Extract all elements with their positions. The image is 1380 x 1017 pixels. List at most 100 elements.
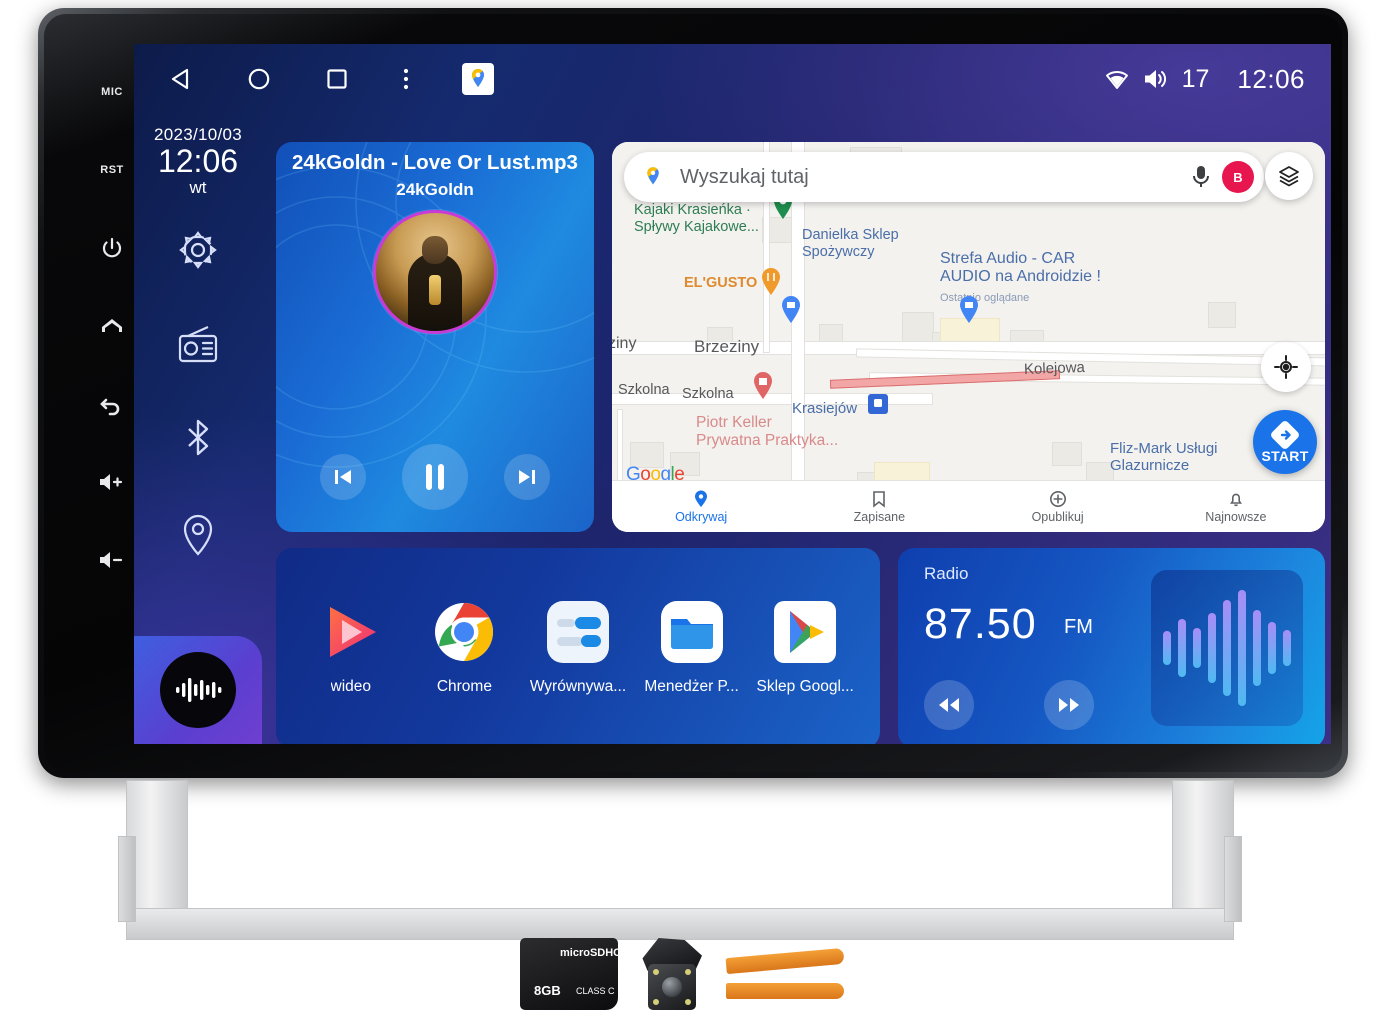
fast-forward-icon bbox=[1059, 698, 1079, 712]
overflow-button[interactable] bbox=[402, 66, 410, 92]
home-content: 24kGoldn - Love Or Lust.mp3 24kGoldn Kaj… bbox=[262, 114, 1331, 744]
app-play-store[interactable]: Sklep Googl... bbox=[753, 600, 857, 696]
map-nav-saved[interactable]: Zapisane bbox=[790, 490, 968, 524]
google-maps-icon bbox=[462, 63, 494, 95]
map-pin-restaurant[interactable] bbox=[760, 266, 782, 296]
waveform-icon bbox=[176, 678, 222, 702]
home-key[interactable] bbox=[86, 287, 138, 365]
waveform-bar bbox=[1178, 619, 1186, 677]
app-chrome-label: Chrome bbox=[436, 678, 492, 695]
map-building bbox=[1052, 442, 1082, 466]
camera-body bbox=[648, 964, 696, 1010]
app-equalizer[interactable]: Wyrównywa... bbox=[526, 600, 630, 696]
mount-tab-left bbox=[118, 836, 136, 922]
radio-band: FM bbox=[1064, 616, 1093, 638]
my-location-icon bbox=[1274, 355, 1298, 379]
map-pin-audio-shop[interactable] bbox=[958, 294, 980, 324]
map-label-keller: Piotr Keller Prywatna Praktyka... bbox=[696, 414, 839, 449]
waveform-bar bbox=[1223, 600, 1231, 696]
map-pin-shop[interactable] bbox=[780, 294, 802, 324]
map-label-audio-shop-sub: Ostatnio oglądane bbox=[940, 292, 1030, 304]
back-button[interactable] bbox=[168, 66, 194, 92]
recents-button[interactable] bbox=[324, 66, 350, 92]
layers-icon bbox=[1279, 166, 1299, 187]
navigation-bar bbox=[168, 63, 494, 95]
radio-seek-down-button[interactable] bbox=[924, 680, 974, 730]
voice-assistant-button[interactable] bbox=[160, 652, 236, 728]
clock-widget[interactable]: 2023/10/03 12:06 wt bbox=[154, 126, 242, 197]
play-store-icon bbox=[774, 601, 837, 663]
power-icon bbox=[102, 237, 122, 258]
microphone-icon[interactable] bbox=[1190, 164, 1212, 190]
dock-item-navigation[interactable] bbox=[176, 510, 220, 563]
rear-view-camera bbox=[640, 938, 704, 1010]
map-locate-button[interactable] bbox=[1261, 342, 1311, 392]
radio-title: Radio bbox=[924, 564, 969, 583]
power-key[interactable] bbox=[86, 209, 138, 287]
map-building bbox=[1208, 302, 1236, 328]
mic-key[interactable]: MIC bbox=[86, 53, 138, 131]
home-icon bbox=[102, 319, 122, 332]
app-file-manager[interactable]: Menedżer P... bbox=[640, 600, 744, 696]
dock-item-radio[interactable] bbox=[174, 322, 222, 371]
accessories-row: microSDHC 8GB CLASS C bbox=[520, 934, 880, 1014]
app-shortcuts-card: wideo Chrome Wyrównywa... Menedżer P... … bbox=[276, 548, 880, 744]
bookmark-icon bbox=[873, 490, 886, 508]
microsd-card: microSDHC 8GB CLASS C bbox=[520, 938, 621, 1010]
camera-led bbox=[653, 999, 659, 1005]
map-search-bar[interactable]: Wyszukaj tutaj B bbox=[624, 152, 1264, 202]
app-chrome[interactable]: Chrome bbox=[412, 600, 516, 696]
music-previous-button[interactable] bbox=[320, 454, 366, 500]
map-nav-updates[interactable]: Najnowsze bbox=[1147, 490, 1325, 524]
dock-item-settings[interactable] bbox=[175, 227, 221, 278]
map-layers-button[interactable] bbox=[1265, 152, 1313, 200]
waveform-bar bbox=[1253, 610, 1261, 686]
radio-seek-up-button[interactable] bbox=[1044, 680, 1094, 730]
voice-assistant-tile[interactable] bbox=[134, 636, 262, 744]
map-label-elgusto: EL'GUSTO bbox=[684, 275, 758, 291]
radio-card[interactable]: Radio 87.50 FM bbox=[898, 548, 1325, 744]
map-label-szkolna-2: Szkolna bbox=[682, 386, 734, 402]
video-play-icon-wrap bbox=[319, 600, 383, 664]
camera-led bbox=[685, 999, 691, 1005]
map-nav-contribute[interactable]: Opublikuj bbox=[969, 490, 1147, 524]
pry-tool-set bbox=[725, 939, 845, 1009]
sliders-icon bbox=[546, 601, 609, 663]
maps-shortcut-button[interactable] bbox=[462, 63, 494, 95]
radio-controls bbox=[924, 680, 1094, 730]
map-label-kolejowa: Kolejowa bbox=[1023, 358, 1086, 379]
volume-level: 17 bbox=[1181, 64, 1210, 93]
waveform-bar bbox=[1163, 631, 1171, 665]
navigation-arrow-icon bbox=[1271, 421, 1299, 449]
dock-item-bluetooth[interactable] bbox=[178, 415, 218, 466]
map-building bbox=[902, 312, 934, 342]
volume-up-key[interactable] bbox=[86, 443, 138, 521]
volume-down-key[interactable] bbox=[86, 521, 138, 599]
volume-down-icon bbox=[100, 552, 123, 568]
app-equalizer-label: Wyrównywa... bbox=[529, 678, 627, 695]
home-button[interactable] bbox=[246, 66, 272, 92]
wifi-icon bbox=[1105, 71, 1128, 89]
reset-key[interactable]: RST bbox=[86, 131, 138, 209]
status-bar: 17 12:06 bbox=[134, 44, 1331, 114]
map-pin-clinic[interactable] bbox=[752, 370, 774, 400]
music-next-button[interactable] bbox=[504, 454, 550, 500]
music-pause-button[interactable] bbox=[402, 444, 468, 510]
camera-led bbox=[653, 969, 659, 975]
skip-next-icon bbox=[519, 470, 535, 484]
avatar[interactable]: B bbox=[1222, 161, 1254, 193]
waveform-bar bbox=[1238, 590, 1246, 706]
touchscreen[interactable]: 17 12:06 2023/10/03 12:06 wt 24kGoldn - … bbox=[134, 44, 1331, 744]
more-vertical-icon bbox=[403, 68, 409, 90]
back-key[interactable] bbox=[86, 365, 138, 443]
app-wideo[interactable]: wideo bbox=[299, 600, 403, 696]
back-arrow-icon bbox=[100, 398, 120, 416]
map-icon-train-station[interactable] bbox=[868, 394, 888, 414]
map-start-navigation-button[interactable]: START bbox=[1253, 410, 1317, 474]
music-controls bbox=[276, 444, 594, 510]
bell-icon bbox=[1229, 493, 1242, 506]
music-player-card[interactable]: 24kGoldn - Love Or Lust.mp3 24kGoldn bbox=[276, 142, 594, 532]
map-card[interactable]: Kajaki Krasieńka · Spływy Kajakowe... Da… bbox=[612, 142, 1325, 532]
radio-frequency: 87.50 bbox=[924, 600, 1037, 648]
map-nav-explore[interactable]: Odkrywaj bbox=[612, 490, 790, 524]
